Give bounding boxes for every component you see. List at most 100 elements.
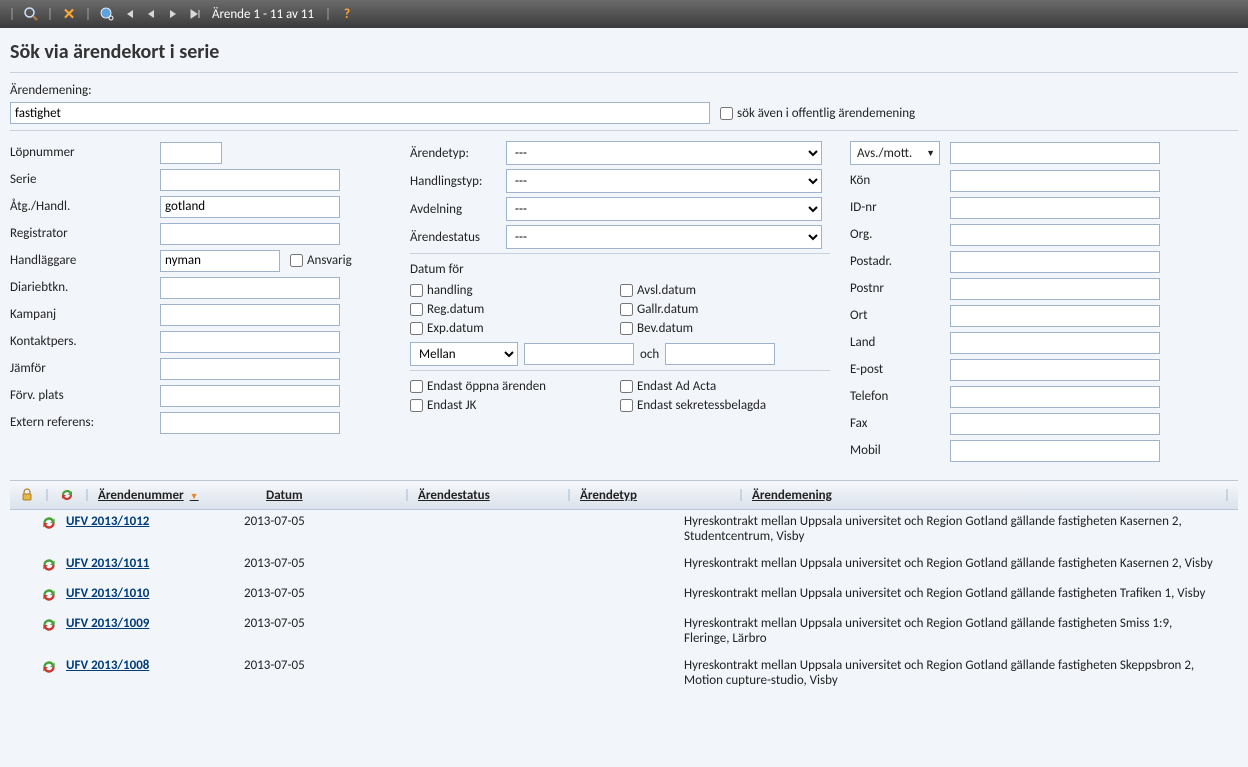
col-header-arendemening[interactable]: Ärendemening	[752, 488, 1216, 503]
input-ort[interactable]	[950, 305, 1160, 327]
chk-handling[interactable]: handling	[410, 283, 606, 298]
cell-arendenummer: UFV 2013/1009	[66, 616, 244, 631]
arendenummer-link[interactable]: UFV 2013/1008	[66, 658, 149, 673]
chk-regdatum[interactable]: Reg.datum	[410, 302, 606, 317]
select-avdelning[interactable]: ---	[506, 197, 822, 221]
input-idnr[interactable]	[950, 197, 1160, 219]
chk-adacta[interactable]: Endast Ad Acta	[620, 379, 816, 394]
select-date-range[interactable]: Mellan	[410, 342, 518, 366]
record-icon[interactable]	[18, 556, 66, 574]
select-avsmott[interactable]: Avs./mott.	[850, 141, 940, 165]
chk-jk[interactable]: Endast JK	[410, 398, 606, 413]
input-date-to[interactable]	[665, 343, 775, 365]
refresh-icon[interactable]	[58, 487, 76, 503]
first-page-icon[interactable]	[120, 5, 138, 23]
select-arendetyp[interactable]: ---	[506, 141, 822, 165]
label-idnr: ID-nr	[850, 200, 950, 215]
input-registrator[interactable]	[160, 223, 340, 245]
record-icon[interactable]	[18, 586, 66, 604]
input-atg[interactable]	[160, 196, 340, 218]
last-page-icon[interactable]	[186, 5, 204, 23]
label-telefon: Telefon	[850, 389, 950, 404]
chk-avsldatum[interactable]: Avsl.datum	[620, 283, 816, 298]
input-diariebtkn[interactable]	[160, 277, 340, 299]
cell-arendemening: Hyreskontrakt mellan Uppsala universitet…	[684, 556, 1230, 571]
input-extern[interactable]	[160, 412, 340, 434]
record-icon[interactable]	[18, 616, 66, 634]
select-arendestatus[interactable]: ---	[506, 225, 822, 249]
globe-search-icon[interactable]	[98, 5, 116, 23]
ansvarig-label: Ansvarig	[307, 253, 352, 268]
select-handlingstyp[interactable]: ---	[506, 169, 822, 193]
input-epost[interactable]	[950, 359, 1160, 381]
form-col-3: Avs./mott. Kön ID-nr Org. Postadr. Postn…	[850, 141, 1240, 466]
input-land[interactable]	[950, 332, 1160, 354]
arendenummer-link[interactable]: UFV 2013/1010	[66, 586, 149, 601]
chk-gallrdatum[interactable]: Gallr.datum	[620, 302, 816, 317]
label-fax: Fax	[850, 416, 950, 431]
table-row: UFV 2013/1008 2013-07-05 Hyreskontrakt mel…	[10, 654, 1238, 696]
label-land: Land	[850, 335, 950, 350]
col-header-arendestatus[interactable]: Ärendestatus	[418, 488, 558, 503]
record-icon[interactable]	[18, 658, 66, 676]
search-icon[interactable]	[22, 5, 40, 23]
input-serie[interactable]	[160, 169, 340, 191]
cell-arendenummer: UFV 2013/1008	[66, 658, 244, 673]
cell-arendemening: Hyreskontrakt mellan Uppsala universitet…	[684, 616, 1230, 646]
cell-arendenummer: UFV 2013/1012	[66, 514, 244, 529]
input-forv[interactable]	[160, 385, 340, 407]
cell-datum: 2013-07-05	[244, 514, 376, 529]
page-title: Sök via ärendekort i serie	[10, 40, 1238, 64]
input-lopnummer[interactable]	[160, 142, 222, 164]
input-telefon[interactable]	[950, 386, 1160, 408]
public-search-checkbox[interactable]: sök även i offentlig ärendemening	[720, 106, 915, 121]
chk-bevdatum[interactable]: Bev.datum	[620, 321, 816, 336]
cell-datum: 2013-07-05	[244, 658, 376, 673]
label-kon: Kön	[850, 173, 950, 188]
arendenummer-link[interactable]: UFV 2013/1012	[66, 514, 149, 529]
record-icon[interactable]	[18, 514, 66, 532]
lock-icon[interactable]	[18, 487, 36, 503]
cell-arendemening: Hyreskontrakt mellan Uppsala universitet…	[684, 586, 1230, 601]
search-input[interactable]	[10, 102, 710, 124]
arendenummer-link[interactable]: UFV 2013/1011	[66, 556, 149, 571]
col-header-datum[interactable]: Datum	[266, 488, 396, 503]
input-kontaktpers[interactable]	[160, 331, 340, 353]
close-icon[interactable]: ✕	[60, 5, 78, 23]
input-mobil[interactable]	[950, 440, 1160, 462]
pager-text: Ärende 1 - 11 av 11	[212, 7, 314, 22]
toolbar: | | ✕ | Ärende 1 - 11 av 11 | ?	[0, 0, 1248, 28]
input-jamfor[interactable]	[160, 358, 340, 380]
input-kampanj[interactable]	[160, 304, 340, 326]
chk-oppna[interactable]: Endast öppna ärenden	[410, 379, 606, 394]
cell-arendemening: Hyreskontrakt mellan Uppsala universitet…	[684, 514, 1230, 544]
ansvarig-checkbox[interactable]: Ansvarig	[290, 253, 352, 268]
help-icon[interactable]: ?	[338, 5, 356, 23]
separator: |	[85, 7, 91, 22]
input-avsmott[interactable]	[950, 142, 1160, 164]
next-page-icon[interactable]	[164, 5, 182, 23]
input-handlaggare[interactable]	[160, 250, 280, 272]
separator: |	[404, 488, 410, 503]
separator: |	[9, 7, 15, 22]
separator: |	[566, 488, 572, 503]
label-kampanj: Kampanj	[10, 307, 160, 322]
input-fax[interactable]	[950, 413, 1160, 435]
label-kontaktpers: Kontaktpers.	[10, 334, 160, 349]
input-postadr[interactable]	[950, 251, 1160, 273]
input-postnr[interactable]	[950, 278, 1160, 300]
cell-arendemening: Hyreskontrakt mellan Uppsala universitet…	[684, 658, 1230, 688]
cell-arendenummer: UFV 2013/1011	[66, 556, 244, 571]
col-header-arendenummer[interactable]: Ärendenummer	[98, 488, 258, 503]
separator: |	[325, 7, 331, 22]
prev-page-icon[interactable]	[142, 5, 160, 23]
input-org[interactable]	[950, 224, 1160, 246]
input-kon[interactable]	[950, 170, 1160, 192]
label-extern: Extern referens:	[10, 415, 160, 430]
input-date-from[interactable]	[524, 343, 634, 365]
arendenummer-link[interactable]: UFV 2013/1009	[66, 616, 149, 631]
chk-expdatum[interactable]: Exp.datum	[410, 321, 606, 336]
chk-sekretess[interactable]: Endast sekretessbelagda	[620, 398, 816, 413]
col-header-arendetyp[interactable]: Ärendetyp	[580, 488, 730, 503]
results-header: | | Ärendenummer Datum | Ärendestatus | …	[10, 480, 1238, 510]
